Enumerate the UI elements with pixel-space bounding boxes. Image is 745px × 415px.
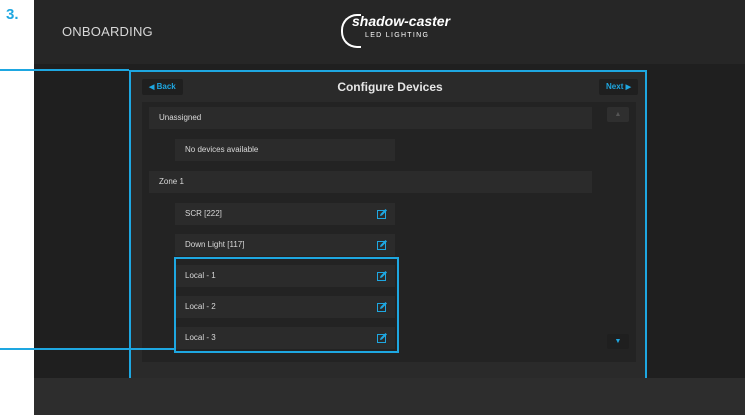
edit-icon[interactable] bbox=[377, 209, 387, 219]
callout-line-local-devices bbox=[0, 348, 176, 350]
group-header-unassigned[interactable]: Unassigned bbox=[149, 107, 592, 129]
list-item-no-devices: No devices available bbox=[175, 139, 395, 161]
device-label: SCR [222] bbox=[185, 209, 222, 218]
page-title: ONBOARDING bbox=[62, 24, 153, 39]
logo-main-text: shadow-caster bbox=[352, 13, 451, 29]
group-header-zone-1[interactable]: Zone 1 bbox=[149, 171, 592, 193]
scroll-up-button[interactable]: ▲ bbox=[607, 107, 629, 122]
device-row[interactable]: Down Light [117] bbox=[175, 234, 395, 256]
brand-logo: shadow-caster LED LIGHTING bbox=[339, 13, 459, 49]
panel-title: Configure Devices bbox=[337, 80, 443, 94]
next-button[interactable]: Next ▶ bbox=[599, 79, 638, 95]
device-label: No devices available bbox=[185, 145, 259, 154]
group-label: Unassigned bbox=[159, 113, 202, 122]
app-footer bbox=[34, 378, 745, 415]
panel-toolbar: ◀ Back Configure Devices Next ▶ bbox=[142, 79, 638, 101]
scroll-down-button[interactable]: ▼ bbox=[607, 334, 629, 349]
next-label: Next bbox=[606, 82, 624, 91]
device-row[interactable]: SCR [222] bbox=[175, 203, 395, 225]
next-arrow-icon: ▶ bbox=[625, 84, 631, 91]
device-label: Down Light [117] bbox=[185, 240, 245, 249]
step-number: 3. bbox=[6, 6, 19, 23]
app-header: ONBOARDING shadow-caster LED LIGHTING bbox=[34, 0, 745, 64]
group-label: Zone 1 bbox=[159, 177, 184, 186]
callout-line-panel bbox=[0, 69, 129, 71]
edit-icon[interactable] bbox=[377, 240, 387, 250]
highlight-box-local-devices bbox=[174, 257, 399, 353]
logo-sub-text: LED LIGHTING bbox=[365, 32, 430, 39]
